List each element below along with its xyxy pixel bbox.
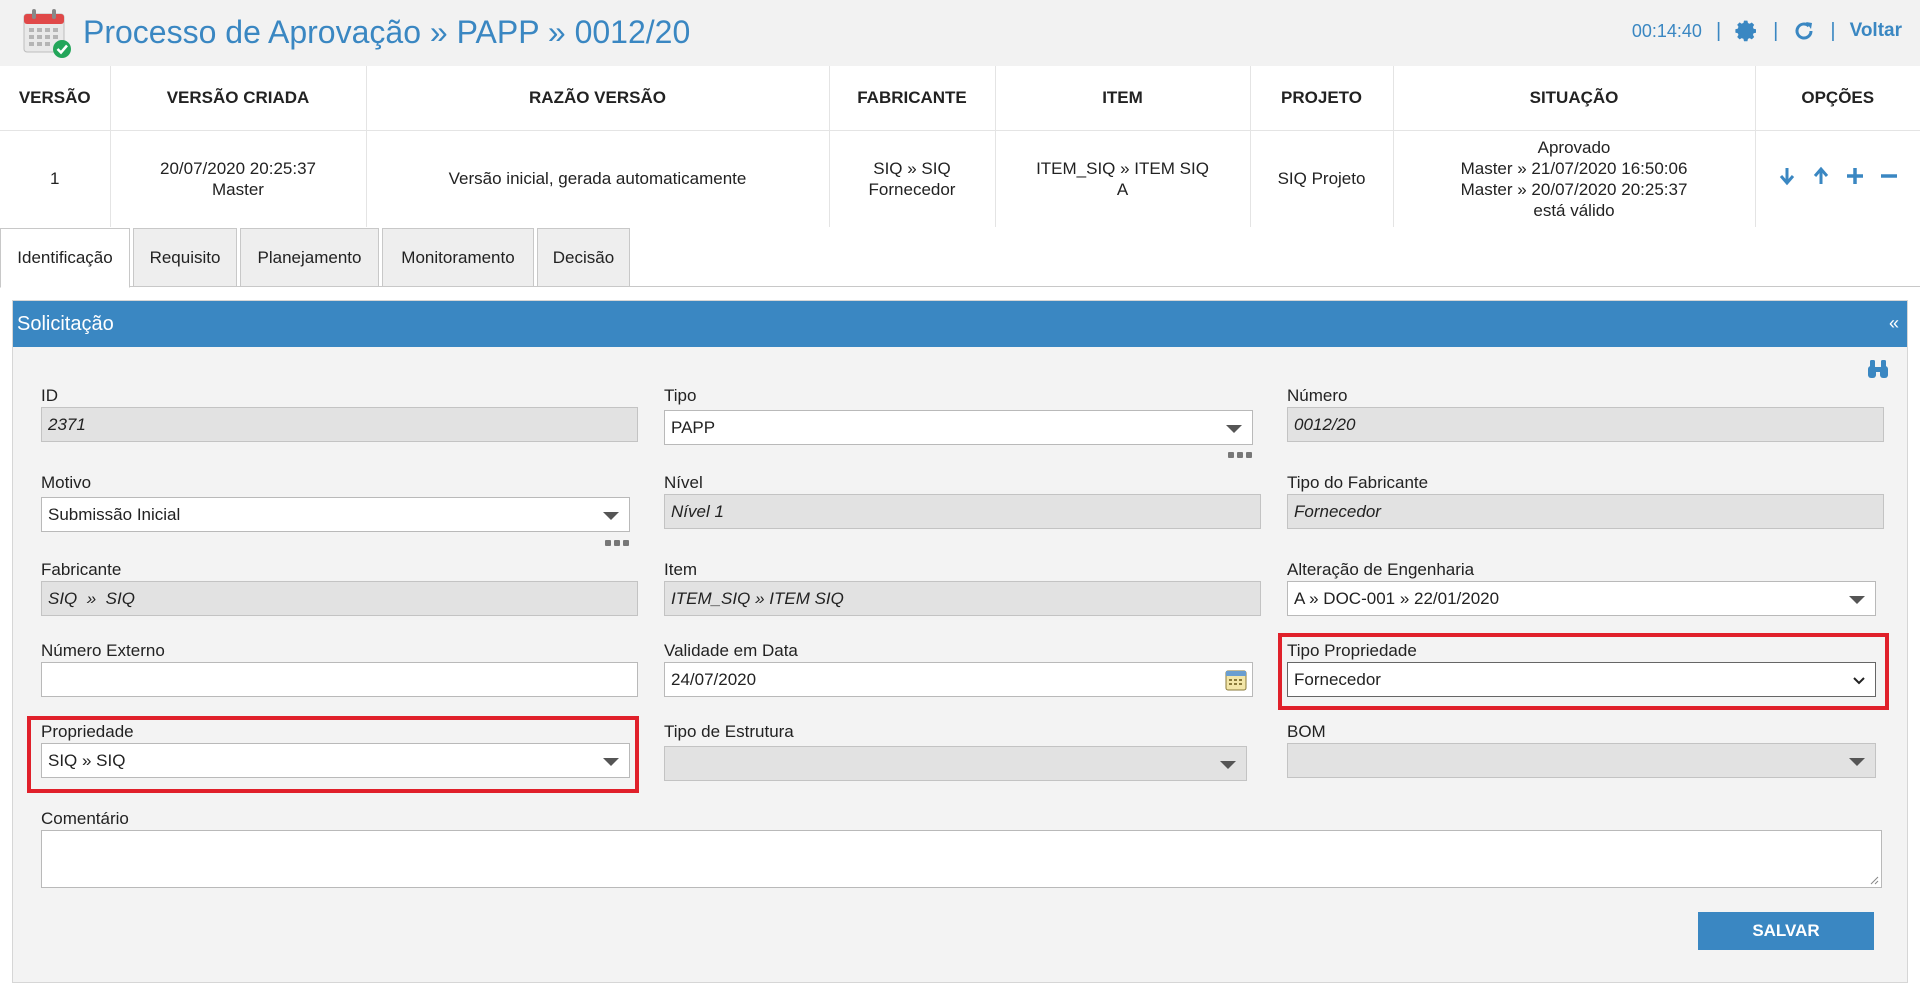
bom-select (1287, 743, 1876, 778)
tab-planejamento[interactable]: Planejamento (240, 228, 379, 287)
validade-date-input[interactable]: 24/07/2020 (664, 662, 1253, 697)
validade-value: 24/07/2020 (671, 669, 757, 689)
tab-bar: Identificação Requisito Planejamento Mon… (0, 228, 1920, 288)
header-toolbar: 00:14:40 | | | Voltar (1632, 19, 1902, 43)
more-options-icon[interactable] (1228, 452, 1252, 460)
column-header: FABRICANTE (829, 66, 996, 131)
table-row: 1 20/07/2020 20:25:37 Master Versão inic… (0, 130, 1920, 227)
item-label: Item (664, 560, 698, 579)
session-timer: 00:14:40 (1631, 20, 1702, 41)
alteracao-label: Alteração de Engenharia (1287, 560, 1475, 579)
caret-down-icon (1220, 761, 1236, 769)
toolbar-separator: | (1715, 19, 1722, 42)
toolbar-separator: | (1830, 19, 1836, 42)
manufacturer-name: SIQ » SIQ (873, 158, 951, 178)
tipo-fabricante-field: Fornecedor (1287, 494, 1884, 529)
nivel-field: Nível 1 (664, 494, 1261, 529)
column-header: VERSÃO (0, 66, 111, 131)
manufacturer-cell: SIQ » SIQ Fornecedor (829, 130, 996, 227)
numero-externo-label: Número Externo (41, 641, 165, 660)
calendar-icon[interactable] (1224, 668, 1248, 692)
gear-icon[interactable] (1735, 19, 1759, 43)
tab-identificacao[interactable]: Identificação (0, 228, 130, 288)
refresh-icon[interactable] (1792, 19, 1816, 43)
bom-label: BOM (1287, 722, 1326, 741)
status-validity: está válido (1533, 200, 1615, 220)
tipo-estrutura-label: Tipo de Estrutura (664, 722, 794, 741)
page-title: Processo de Aprovação » PAPP » 0012/20 (83, 14, 691, 50)
highlight-tipo-propriedade (1278, 633, 1889, 710)
created-by: Master (212, 179, 264, 199)
fabricante-field: SIQ » SIQ (41, 581, 638, 616)
caret-down-icon (1849, 596, 1865, 604)
toolbar-separator: | (1773, 19, 1779, 42)
arrow-up-icon[interactable] (1811, 166, 1831, 186)
numero-externo-input[interactable] (41, 662, 638, 697)
column-header: VERSÃO CRIADA (110, 66, 367, 131)
id-field: 2371 (41, 407, 638, 442)
tab-requisito[interactable]: Requisito (133, 228, 237, 287)
tipo-value: PAPP (671, 417, 716, 437)
item-field: ITEM_SIQ » ITEM SIQ (664, 581, 1261, 616)
alteracao-select[interactable]: A » DOC-001 » 22/01/2020 (1287, 581, 1876, 616)
numero-label: Número (1287, 386, 1348, 405)
comentario-textarea[interactable] (41, 830, 1882, 888)
column-header: RAZÃO VERSÃO (366, 66, 830, 131)
minus-icon[interactable] (1879, 166, 1899, 186)
status-cell: Aprovado Master » 21/07/2020 16:50:06 Ma… (1393, 130, 1756, 227)
resize-handle-icon[interactable] (1869, 875, 1879, 885)
status-creation: Master » 20/07/2020 20:25:37 (1460, 179, 1688, 199)
column-header: SITUAÇÃO (1393, 66, 1756, 131)
table-header-row: VERSÃO VERSÃO CRIADA RAZÃO VERSÃO FABRIC… (0, 66, 1920, 131)
save-button[interactable]: SALVAR (1698, 912, 1874, 950)
manufacturer-type: Fornecedor (868, 179, 956, 199)
numero-field: 0012/20 (1287, 407, 1884, 442)
motivo-value: Submissão Inicial (48, 504, 181, 524)
created-date: 20/07/2020 20:25:37 (160, 158, 316, 178)
column-header: ITEM (995, 66, 1251, 131)
tipo-label: Tipo (664, 386, 697, 405)
version-created-cell: 20/07/2020 20:25:37 Master (110, 130, 367, 227)
motivo-select[interactable]: Submissão Inicial (41, 497, 630, 532)
plus-icon[interactable] (1845, 166, 1865, 186)
item-name: ITEM_SIQ » ITEM SIQ (1036, 158, 1209, 178)
motivo-label: Motivo (41, 473, 92, 492)
page-header: Processo de Aprovação » PAPP » 0012/20 0… (0, 0, 1920, 66)
status-approval: Master » 21/07/2020 16:50:06 (1460, 158, 1688, 178)
back-link[interactable]: Voltar (1850, 20, 1902, 42)
section-header[interactable]: Solicitação « (13, 301, 1907, 347)
tipo-fabricante-label: Tipo do Fabricante (1287, 473, 1429, 492)
alteracao-value: A » DOC-001 » 22/01/2020 (1294, 588, 1500, 608)
column-header: PROJETO (1250, 66, 1394, 131)
validade-label: Validade em Data (664, 641, 798, 660)
tipo-select[interactable]: PAPP (664, 410, 1253, 445)
versions-table: VERSÃO VERSÃO CRIADA RAZÃO VERSÃO FABRIC… (0, 66, 1920, 227)
tipo-estrutura-select (664, 746, 1247, 781)
nivel-label: Nível (664, 473, 703, 492)
caret-down-icon (603, 512, 619, 520)
project-cell: SIQ Projeto (1250, 130, 1394, 227)
comentario-label: Comentário (41, 809, 129, 828)
tab-monitoramento[interactable]: Monitoramento (382, 228, 534, 287)
caret-down-icon (1226, 425, 1242, 433)
item-cell: ITEM_SIQ » ITEM SIQ A (995, 130, 1251, 227)
column-header: OPÇÕES (1755, 66, 1920, 131)
status-label: Aprovado (1537, 137, 1611, 157)
options-cell (1755, 130, 1920, 227)
more-options-icon[interactable] (605, 540, 629, 548)
section-title: Solicitação (17, 313, 114, 335)
highlight-propriedade (27, 716, 639, 793)
caret-down-icon (1849, 758, 1865, 766)
item-revision: A (1116, 179, 1129, 199)
version-reason: Versão inicial, gerada automaticamente (366, 130, 830, 227)
id-label: ID (41, 386, 58, 405)
calendar-approved-icon (23, 9, 71, 58)
binoculars-icon[interactable] (1866, 357, 1890, 381)
version-number: 1 (0, 130, 111, 227)
collapse-icon[interactable]: « (1889, 313, 1899, 334)
tab-decisao[interactable]: Decisão (537, 228, 630, 287)
arrow-down-icon[interactable] (1777, 166, 1797, 186)
fabricante-label: Fabricante (41, 560, 122, 579)
